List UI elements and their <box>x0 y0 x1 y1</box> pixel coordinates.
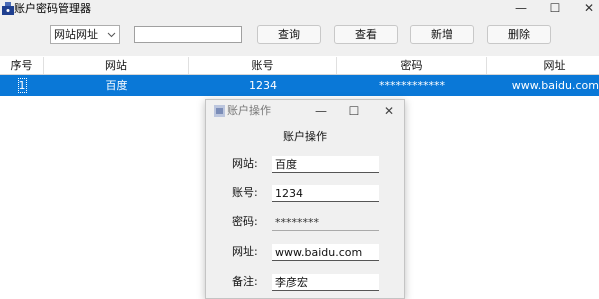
table-row[interactable]: 1 百度 1234 ************ www.baidu.com <box>0 75 599 96</box>
note-field[interactable] <box>272 274 379 291</box>
field-select-value: 网站网址 <box>54 28 98 41</box>
dialog-heading: 账户操作 <box>283 130 327 143</box>
field-select[interactable]: 网站网址 <box>50 25 120 44</box>
chevron-down-icon <box>107 32 116 38</box>
row-url: www.baidu.com <box>511 79 599 92</box>
search-input[interactable] <box>134 26 242 43</box>
column-header-url[interactable]: 网址 <box>487 57 599 74</box>
account-dialog: 账户操作 — ☐ ✕ 账户操作 网站: 账号: 密码: 网址: 备注: <box>205 99 405 299</box>
add-button[interactable]: 新增 <box>410 25 474 44</box>
row-password: ************ <box>379 79 445 92</box>
title-bar: 账户密码管理器 — ☐ ✕ <box>0 0 599 18</box>
password-field[interactable] <box>272 214 379 231</box>
row-index: 1 <box>0 75 44 96</box>
dialog-title-bar: 账户操作 — ☐ ✕ <box>206 100 404 122</box>
dialog-icon <box>214 105 225 117</box>
query-button[interactable]: 查询 <box>257 25 321 44</box>
close-button[interactable]: ✕ <box>571 0 599 18</box>
column-header-account[interactable]: 账号 <box>189 57 337 74</box>
column-header-site[interactable]: 网站 <box>44 57 189 74</box>
site-label: 网站: <box>232 157 258 170</box>
site-field[interactable] <box>272 156 379 173</box>
dialog-title: 账户操作 <box>227 104 271 117</box>
url-label: 网址: <box>232 245 258 258</box>
row-site: 百度 <box>105 79 128 92</box>
row-account: 1234 <box>249 79 277 92</box>
view-button[interactable]: 查看 <box>334 25 398 44</box>
row-index-value: 1 <box>17 78 27 93</box>
dialog-maximize-button[interactable]: ☐ <box>343 103 365 119</box>
dialog-close-button[interactable]: ✕ <box>378 103 400 119</box>
minimize-button[interactable]: — <box>503 0 539 18</box>
dialog-minimize-button[interactable]: — <box>310 103 332 119</box>
account-field[interactable] <box>272 185 379 202</box>
window-title: 账户密码管理器 <box>14 2 91 15</box>
password-label: 密码: <box>232 215 258 228</box>
app-icon <box>2 2 14 15</box>
account-label: 账号: <box>232 186 258 199</box>
column-header-index[interactable]: 序号 <box>0 57 44 74</box>
delete-button[interactable]: 删除 <box>487 25 551 44</box>
column-header-password[interactable]: 密码 <box>337 57 487 74</box>
note-label: 备注: <box>232 275 258 288</box>
maximize-button[interactable]: ☐ <box>537 0 573 18</box>
url-field[interactable] <box>272 244 379 261</box>
table-header: 序号 网站 账号 密码 网址 <box>0 57 599 75</box>
